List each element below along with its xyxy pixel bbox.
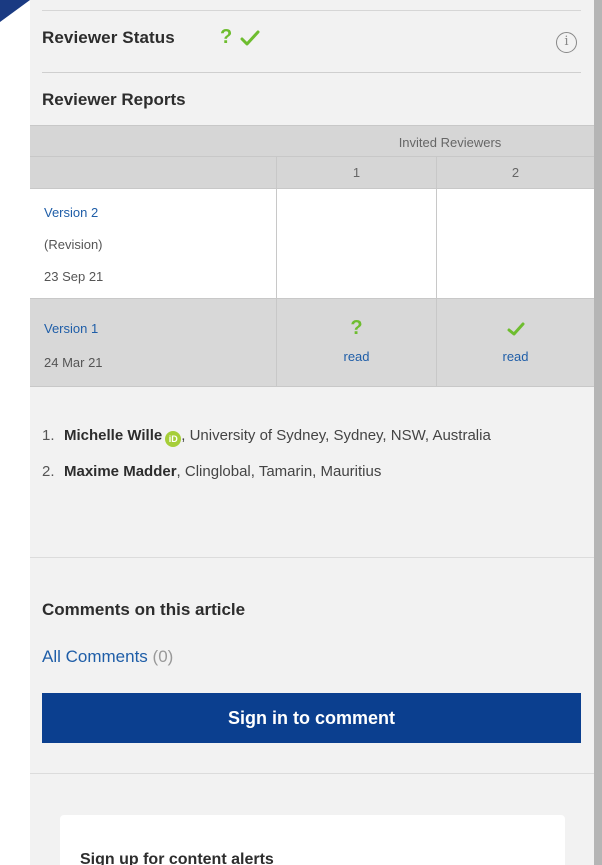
table-row-version-2: Version 2 (Revision) 23 Sep 21 (30, 189, 277, 299)
content-alerts-card: Sign up for content alerts (60, 815, 565, 865)
sign-in-to-comment-button[interactable]: Sign in to comment (42, 693, 581, 743)
version-1-reviewer-2-cell: read (437, 299, 594, 387)
list-item: 2. Maxime Madder, Clinglobal, Tamarin, M… (42, 463, 382, 480)
version-2-link[interactable]: Version 2 (44, 205, 98, 220)
reviewer-name: Michelle Wille (64, 427, 163, 444)
read-report-link-1[interactable]: read (277, 349, 436, 364)
revision-note: (Revision) (44, 237, 103, 252)
checkmark-icon (240, 29, 260, 52)
divider (30, 773, 594, 774)
info-icon[interactable]: i (556, 32, 577, 53)
orcid-icon[interactable]: iD (165, 431, 182, 447)
reviewer-affiliation: , University of Sydney, Sydney, NSW, Aus… (181, 427, 491, 444)
reviewer-column-1-header: 1 (277, 157, 437, 189)
reviewer-column-2-header: 2 (437, 157, 594, 189)
version-1-link[interactable]: Version 1 (44, 321, 98, 336)
all-comments-link[interactable]: All Comments (0) (42, 647, 173, 667)
reviewer-reports-table: Invited Reviewers 1 2 Version 2 (Revisio… (30, 125, 594, 387)
reviewer-reports-title: Reviewer Reports (42, 90, 186, 109)
divider (42, 10, 581, 11)
reviewer-name: Maxime Madder (64, 463, 177, 480)
version-1-date: 24 Mar 21 (44, 355, 103, 370)
question-icon: ? (350, 317, 363, 339)
reviewer-affiliation: , Clinglobal, Tamarin, Mauritius (176, 463, 382, 480)
invited-reviewers-header: Invited Reviewers (30, 125, 594, 157)
list-item: 1. Michelle Wille iD, University of Sydne… (42, 425, 562, 447)
table-row-version-1: Version 1 24 Mar 21 (30, 299, 277, 387)
comments-title: Comments on this article (42, 600, 246, 619)
table-header-blank (30, 157, 277, 189)
divider (30, 557, 594, 558)
divider (42, 72, 581, 73)
checkmark-icon (437, 321, 594, 342)
reviewer-status-row: Reviewer Status ? i (42, 26, 581, 58)
corner-marker (0, 0, 30, 22)
version-2-reviewer-1-cell (277, 189, 437, 299)
version-1-reviewer-1-cell: ? read (277, 299, 437, 387)
version-2-date: 23 Sep 21 (44, 269, 104, 284)
reviewer-status-label: Reviewer Status (42, 28, 175, 47)
question-icon: ? (220, 26, 233, 48)
version-2-reviewer-2-cell (437, 189, 594, 299)
scrollbar[interactable] (594, 0, 602, 865)
all-comments-label[interactable]: All Comments (42, 647, 148, 666)
read-report-link-2[interactable]: read (437, 349, 594, 364)
comment-count: (0) (152, 647, 174, 666)
reviewer-list: 1. Michelle Wille iD, University of Sydne… (42, 425, 562, 496)
content-alerts-title: Sign up for content alerts (80, 851, 274, 865)
